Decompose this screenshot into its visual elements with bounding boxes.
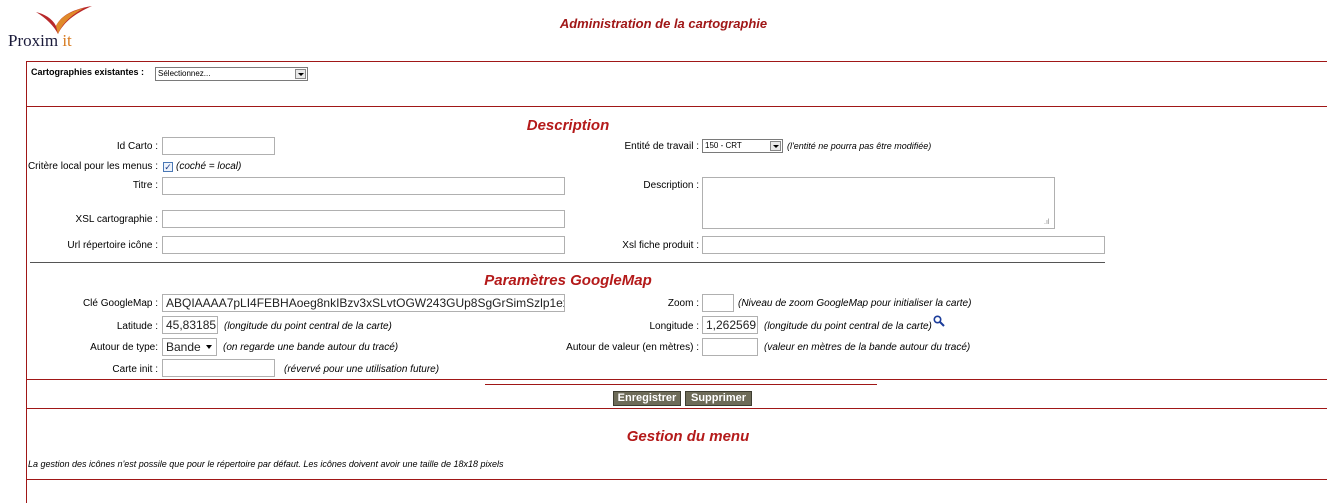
xsl-carto-input[interactable] [162,210,565,228]
divider [26,408,1327,409]
frame-top [26,61,1327,62]
xsl-carto-label: XSL cartographie : [75,214,158,225]
critere-label: Critère local pour les menus : [27,161,158,172]
page-title: Administration de la cartographie [559,16,768,31]
description-section-title: Description [526,117,610,134]
longitude-input[interactable]: 1,262569 [702,316,758,334]
googlemap-section-title: Paramètres GoogleMap [484,272,652,289]
zoom-label: Zoom : [667,298,699,309]
description-label: Description : [643,180,699,191]
zoom-input[interactable] [702,294,734,312]
separator-line [485,384,877,385]
entite-note: (l'entité ne pourra pas être modifiée) [787,141,932,151]
autour-valeur-label: Autour de valeur (en mètres) : [566,342,699,353]
brand-logo: Proxim it [8,31,72,50]
menu-section-title: Gestion du menu [626,428,750,445]
existing-maps-label: Cartographies existantes : [31,67,145,77]
critere-checkbox[interactable]: ✓ [163,162,173,172]
autour-valeur-note: (valeur en mètres de la bande autour du … [764,342,971,353]
carte-init-note: (révervé pour une utilisation future) [284,364,440,375]
xsl-fiche-input[interactable] [702,236,1105,254]
chevron-down-icon [295,69,306,79]
resize-handle-icon: .ıl [1044,219,1050,226]
carte-init-label: Carte init : [112,364,158,375]
separator-line [30,262,1105,263]
entite-label: Entité de travail : [624,141,699,152]
existing-maps-select[interactable]: Sélectionnez... [155,67,308,81]
xsl-fiche-label: Xsl fiche produit : [622,240,699,251]
longitude-label: Longitude : [649,321,700,332]
autour-valeur-input[interactable] [702,338,758,356]
existing-maps-select-value: Sélectionnez... [158,69,211,78]
longitude-note: (longitude du point central de la carte) [764,321,932,332]
save-button[interactable]: Enregistrer [613,391,681,406]
search-icon[interactable] [933,315,945,327]
carte-init-input[interactable] [162,359,275,377]
divider [26,379,1327,380]
chevron-down-icon [770,141,781,151]
divider [26,106,1327,107]
divider [26,479,1327,480]
description-textarea[interactable] [702,177,1055,229]
delete-button[interactable]: Supprimer [685,391,752,406]
critere-note: (coché = local) [176,161,242,172]
zoom-note: (Niveau de zoom GoogleMap pour initialis… [738,298,972,309]
menu-note: La gestion des icônes n'est possile que … [28,459,504,469]
entite-select-value: 150 - CRT [705,141,742,150]
entite-select[interactable]: 150 - CRT [702,139,783,153]
